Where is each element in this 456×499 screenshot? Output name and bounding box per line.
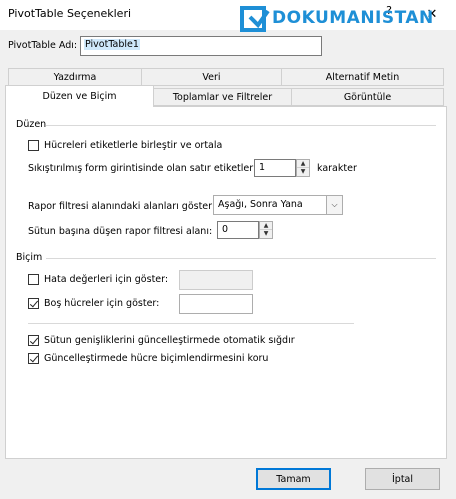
tab-alternatif-metin[interactable]: Alternatif Metin <box>281 68 444 86</box>
tab-veri[interactable]: Veri <box>141 68 282 86</box>
empty-cells-checkbox[interactable] <box>28 298 39 309</box>
pivottable-name-input[interactable]: PivotTable1 <box>80 36 322 56</box>
spin-up-icon[interactable]: ▲ <box>297 160 309 168</box>
indent-spinner[interactable]: ▲ ▼ <box>296 159 310 177</box>
tab-goruntule[interactable]: Görüntüle <box>291 88 444 106</box>
filter-order-value: Aşağı, Sonra Yana <box>218 199 303 210</box>
logo-icon <box>240 6 270 32</box>
filter-order-label: Rapor filtresi alanındaki alanları göste… <box>28 201 216 212</box>
tab-yazdirma[interactable]: Yazdırma <box>8 68 142 86</box>
empty-cells-label: Boş hücreler için göster: <box>44 298 160 309</box>
logo-text: DOKUMANISTAN <box>272 8 434 28</box>
window-title: PivotTable Seçenekleri <box>8 7 132 20</box>
indent-unit-label: karakter <box>317 163 357 174</box>
ok-button[interactable]: Tamam <box>256 468 331 490</box>
filter-count-label: Sütun başına düşen rapor filtresi alanı: <box>28 226 213 237</box>
separator <box>28 323 354 324</box>
merge-center-label: Hücreleri etiketlerle birleştir ve ortal… <box>44 140 223 151</box>
spin-down-icon[interactable]: ▼ <box>297 168 309 176</box>
tab-duzen-bicim[interactable]: Düzen ve Biçim <box>5 85 154 107</box>
indent-input[interactable]: 1 <box>254 159 296 177</box>
preserve-formatting-checkbox[interactable] <box>28 353 39 364</box>
preserve-formatting-label: Güncelleştirmede hücre biçimlendirmesini… <box>44 353 269 364</box>
duzen-divider <box>46 125 436 126</box>
pivottable-name-value: PivotTable1 <box>84 39 140 50</box>
tab-toplamlar-filtreler[interactable]: Toplamlar ve Filtreler <box>153 88 292 106</box>
spin-up-icon[interactable]: ▲ <box>260 222 272 230</box>
cancel-button[interactable]: İptal <box>365 468 440 490</box>
pivottable-name-label: PivotTable Adı: <box>8 40 78 51</box>
autofit-columns-label: Sütun genişliklerini güncelleştirmede ot… <box>44 335 295 346</box>
autofit-columns-checkbox[interactable] <box>28 335 39 346</box>
filter-count-input[interactable]: 0 <box>217 221 259 239</box>
merge-center-checkbox[interactable] <box>28 140 39 151</box>
indent-label: Sıkıştırılmış form girintisinde olan sat… <box>28 163 259 174</box>
chevron-down-icon[interactable]: ⌵ <box>326 196 342 214</box>
bicim-section-title: Biçim <box>16 252 43 263</box>
bicim-divider <box>46 258 436 259</box>
filter-count-spinner[interactable]: ▲ ▼ <box>259 221 273 239</box>
error-values-label: Hata değerleri için göster: <box>44 274 169 285</box>
duzen-section-title: Düzen <box>16 119 47 130</box>
empty-cells-field[interactable] <box>179 294 253 314</box>
error-values-field[interactable] <box>179 270 253 290</box>
spin-down-icon[interactable]: ▼ <box>260 230 272 238</box>
filter-order-select[interactable]: Aşağı, Sonra Yana ⌵ <box>213 195 343 215</box>
watermark-logo: DOKUMANISTAN <box>240 3 450 37</box>
error-values-checkbox[interactable] <box>28 274 39 285</box>
